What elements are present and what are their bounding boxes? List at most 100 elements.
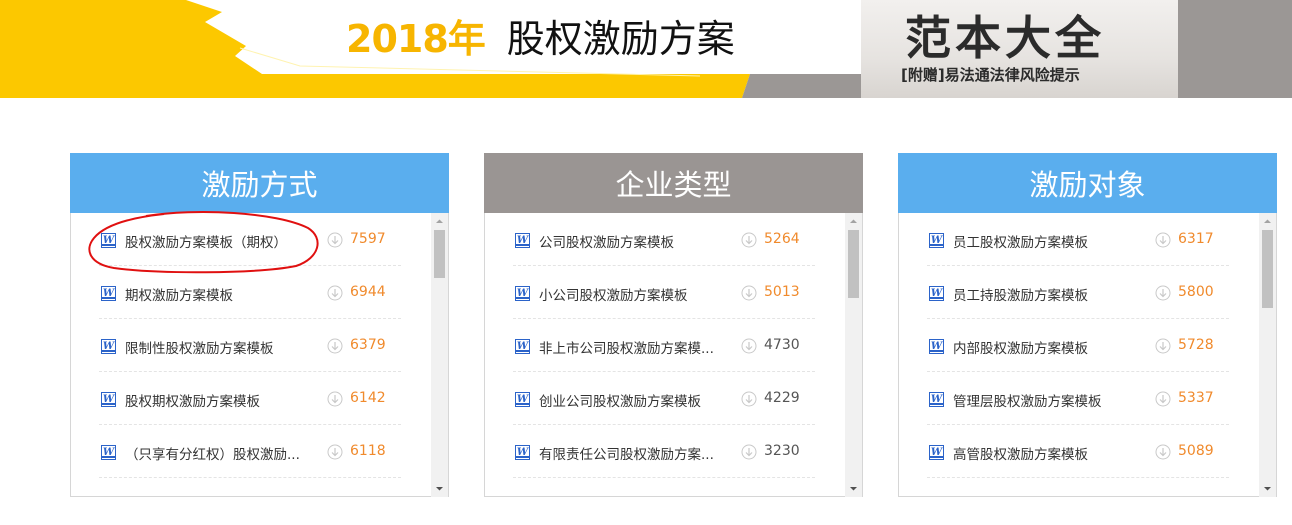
- list-item[interactable]: W 限制性股权激励方案模板 6379: [99, 319, 401, 372]
- item-title[interactable]: 员工持股激励方案模板: [953, 284, 1149, 304]
- download-circle-icon[interactable]: [327, 232, 343, 248]
- scrollbar-thumb[interactable]: [848, 230, 859, 298]
- item-title[interactable]: 管理层股权激励方案模板: [953, 390, 1149, 410]
- download-circle-icon[interactable]: [1155, 444, 1171, 460]
- download-count: 5089: [1178, 443, 1214, 459]
- item-title[interactable]: 期权激励方案模板: [125, 284, 321, 304]
- word-doc-icon: W: [515, 392, 530, 407]
- panel-title: 激励对象: [898, 153, 1277, 213]
- download-circle-icon[interactable]: [1155, 391, 1171, 407]
- list-item[interactable]: W 员工持股激励方案模板 5800: [927, 266, 1229, 319]
- promo-subtitle: [附赠]易法通法律风险提示: [901, 66, 1080, 84]
- promo-box[interactable]: 范本大全 [附赠]易法通法律风险提示: [861, 0, 1178, 98]
- download-circle-icon[interactable]: [327, 391, 343, 407]
- promo-title: 范本大全: [905, 11, 1105, 65]
- download-count: 6944: [350, 284, 386, 300]
- download-circle-icon[interactable]: [327, 285, 343, 301]
- download-count: 3230: [764, 443, 800, 459]
- download-circle-icon[interactable]: [741, 232, 757, 248]
- download-circle-icon[interactable]: [327, 444, 343, 460]
- scroll-up-arrow-icon[interactable]: [1259, 213, 1276, 230]
- item-title[interactable]: 员工股权激励方案模板: [953, 231, 1149, 251]
- template-list: W 股权激励方案模板（期权） 7597 W 期权激励方案模板 6944 W 限制…: [71, 213, 432, 497]
- download-count: 6118: [350, 443, 386, 459]
- word-doc-icon: W: [515, 286, 530, 301]
- download-count: 4730: [764, 337, 800, 353]
- panel-title: 企业类型: [484, 153, 863, 213]
- template-list: W 员工股权激励方案模板 6317 W 员工持股激励方案模板 5800 W 内部…: [899, 213, 1260, 497]
- scrollbar[interactable]: [845, 213, 862, 497]
- word-doc-icon: W: [929, 445, 944, 460]
- word-doc-icon: W: [929, 286, 944, 301]
- download-circle-icon[interactable]: [741, 391, 757, 407]
- word-doc-icon: W: [101, 339, 116, 354]
- download-count: 5337: [1178, 390, 1214, 406]
- word-doc-icon: W: [101, 233, 116, 248]
- scroll-down-arrow-icon[interactable]: [431, 480, 448, 497]
- item-title[interactable]: 股权激励方案模板（期权）: [125, 231, 321, 251]
- item-title[interactable]: 有限责任公司股权激励方案...: [539, 443, 735, 463]
- word-doc-icon: W: [515, 233, 530, 248]
- item-title[interactable]: 小公司股权激励方案模板: [539, 284, 735, 304]
- word-doc-icon: W: [101, 392, 116, 407]
- list-item[interactable]: W 股权期权激励方案模板 6142: [99, 372, 401, 425]
- list-item[interactable]: W 股权激励方案模板（期权） 7597: [99, 213, 401, 266]
- download-count: 5013: [764, 284, 800, 300]
- word-doc-icon: W: [929, 339, 944, 354]
- scrollbar-thumb[interactable]: [1262, 230, 1273, 308]
- list-item[interactable]: W 高管股权激励方案模板 5089: [927, 425, 1229, 478]
- download-circle-icon[interactable]: [327, 338, 343, 354]
- scroll-down-arrow-icon[interactable]: [845, 480, 862, 497]
- list-item[interactable]: W 员工股权激励方案模板 6317: [927, 213, 1229, 266]
- word-doc-icon: W: [515, 339, 530, 354]
- banner-year: 2018年: [346, 17, 486, 61]
- item-title[interactable]: 内部股权激励方案模板: [953, 337, 1149, 357]
- scroll-up-arrow-icon[interactable]: [431, 213, 448, 230]
- item-title[interactable]: 股权期权激励方案模板: [125, 390, 321, 410]
- item-title[interactable]: （只享有分红权）股权激励...: [125, 443, 321, 463]
- list-item[interactable]: W 期权激励方案模板 6944: [99, 266, 401, 319]
- download-count: 4229: [764, 390, 800, 406]
- banner-title: 2018年 股权激励方案: [346, 8, 735, 61]
- download-circle-icon[interactable]: [1155, 338, 1171, 354]
- item-title[interactable]: 创业公司股权激励方案模板: [539, 390, 735, 410]
- top-banner: 2018年 股权激励方案 范本大全 [附赠]易法通法律风险提示: [0, 0, 1292, 98]
- item-title[interactable]: 公司股权激励方案模板: [539, 231, 735, 251]
- download-circle-icon[interactable]: [741, 338, 757, 354]
- panel-incentive-method: 激励方式 W 股权激励方案模板（期权） 7597 W 期权激励方案模板 6944…: [70, 153, 449, 497]
- list-item[interactable]: W 公司股权激励方案模板 5264: [513, 213, 815, 266]
- list-item[interactable]: W 创业公司股权激励方案模板 4229: [513, 372, 815, 425]
- download-count: 5264: [764, 231, 800, 247]
- download-circle-icon[interactable]: [1155, 285, 1171, 301]
- scrollbar[interactable]: [1259, 213, 1276, 497]
- word-doc-icon: W: [929, 392, 944, 407]
- download-circle-icon[interactable]: [741, 444, 757, 460]
- template-list: W 公司股权激励方案模板 5264 W 小公司股权激励方案模板 5013 W 非…: [485, 213, 846, 497]
- download-count: 6379: [350, 337, 386, 353]
- word-doc-icon: W: [515, 445, 530, 460]
- download-circle-icon[interactable]: [1155, 232, 1171, 248]
- list-item[interactable]: W （只享有分红权）股权激励... 6118: [99, 425, 401, 478]
- scroll-up-arrow-icon[interactable]: [845, 213, 862, 230]
- panel-incentive-target: 激励对象 W 员工股权激励方案模板 6317 W 员工持股激励方案模板 5800…: [898, 153, 1277, 497]
- scrollbar-thumb[interactable]: [434, 230, 445, 278]
- scroll-down-arrow-icon[interactable]: [1259, 480, 1276, 497]
- panel-title: 激励方式: [70, 153, 449, 213]
- item-title[interactable]: 限制性股权激励方案模板: [125, 337, 321, 357]
- list-item[interactable]: W 内部股权激励方案模板 5728: [927, 319, 1229, 372]
- word-doc-icon: W: [929, 233, 944, 248]
- list-item[interactable]: W 非上市公司股权激励方案模... 4730: [513, 319, 815, 372]
- word-doc-icon: W: [101, 445, 116, 460]
- download-circle-icon[interactable]: [741, 285, 757, 301]
- list-item[interactable]: W 管理层股权激励方案模板 5337: [927, 372, 1229, 425]
- item-title[interactable]: 非上市公司股权激励方案模...: [539, 337, 735, 357]
- scrollbar[interactable]: [431, 213, 448, 497]
- item-title[interactable]: 高管股权激励方案模板: [953, 443, 1149, 463]
- download-count: 6317: [1178, 231, 1214, 247]
- download-count: 6142: [350, 390, 386, 406]
- download-count: 5728: [1178, 337, 1214, 353]
- panel-company-type: 企业类型 W 公司股权激励方案模板 5264 W 小公司股权激励方案模板 501…: [484, 153, 863, 497]
- list-item[interactable]: W 有限责任公司股权激励方案... 3230: [513, 425, 815, 478]
- word-doc-icon: W: [101, 286, 116, 301]
- list-item[interactable]: W 小公司股权激励方案模板 5013: [513, 266, 815, 319]
